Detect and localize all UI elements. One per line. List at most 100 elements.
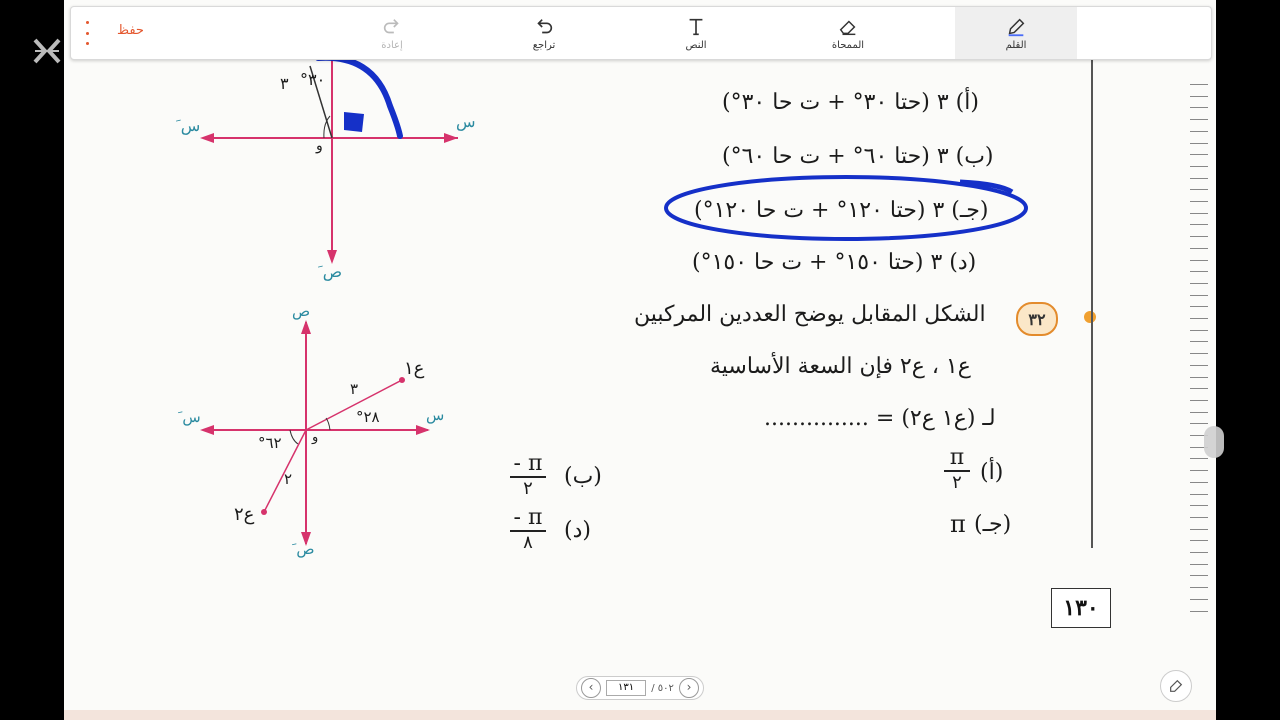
- q32-option-c-label: (جـ): [974, 512, 1012, 537]
- q32-option-b-numerator: - π: [513, 451, 543, 476]
- top-argand-diagram: [200, 56, 458, 264]
- ruler-tick: [1190, 177, 1208, 179]
- option-a-text: (أ) ٣ (حتا ٣٠° + ت حا ٣٠°): [722, 90, 979, 115]
- eraser-label: الممحاة: [831, 39, 865, 51]
- ruler-tick: [1190, 516, 1208, 518]
- ruler-tick: [1190, 294, 1208, 296]
- ruler-tick: [1190, 528, 1208, 530]
- ruler-tick: [1190, 493, 1208, 495]
- edit-icon: [1170, 679, 1183, 692]
- q32-line2: ع١ ، ع٢ فإن السعة الأساسية: [710, 354, 971, 379]
- ruler-tick: [1190, 84, 1208, 85]
- ruler-tick: [1190, 552, 1208, 553]
- q32-diagram-origin: و: [312, 430, 319, 445]
- ruler-tick: [1190, 540, 1208, 542]
- undo-icon: [537, 18, 553, 33]
- ruler-tick: [1190, 423, 1208, 425]
- page-number-box: ١٣٠: [1051, 588, 1111, 628]
- ruler-tick: [1190, 318, 1208, 319]
- q32-option-a-numerator: π: [949, 445, 965, 470]
- ruler-tick: [1190, 458, 1208, 460]
- q32-line3: لـ (ع١ ع٢) = ...............: [764, 406, 996, 431]
- ruler-tick: [1190, 388, 1208, 390]
- ruler-tick: [1190, 119, 1208, 121]
- q32-diagram-mod1: ٣: [350, 380, 359, 398]
- ruler-tick: [1190, 610, 1208, 612]
- pen-button[interactable]: القلم: [955, 7, 1077, 59]
- q32-diagram-x-pos: س: [426, 406, 445, 424]
- ruler-tick: [1190, 353, 1208, 355]
- text-icon: [689, 18, 703, 35]
- ink-circle-annotation: [664, 175, 1028, 241]
- zoom-ruler[interactable]: [1186, 84, 1210, 624]
- redo-button[interactable]: إعادة: [347, 7, 437, 59]
- top-diagram-y-neg: ص َ: [318, 262, 343, 281]
- annotation-toolbar: حفظ إعادة تراجع النص الممحاة القلم: [70, 6, 1212, 60]
- ruler-tick: [1190, 505, 1208, 507]
- ruler-tick: [1190, 563, 1208, 565]
- ruler-tick: [1190, 107, 1208, 109]
- margin-line: [1091, 56, 1093, 548]
- ruler-tick: [1190, 165, 1208, 167]
- ruler-tick: [1190, 598, 1208, 600]
- q32-diagram-mod2: ٢: [284, 470, 293, 488]
- q32-option-d-label: (د): [564, 518, 591, 543]
- ruler-tick: [1190, 95, 1208, 97]
- redo-icon: [383, 18, 399, 33]
- redo-label: إعادة: [381, 39, 403, 51]
- ruler-tick: [1190, 341, 1208, 343]
- top-diagram-x-pos: س: [456, 112, 476, 131]
- ruler-tick: [1190, 154, 1208, 156]
- scroll-handle[interactable]: [1204, 426, 1224, 458]
- q32-diagram-y-pos: ص: [292, 302, 311, 320]
- ruler-tick: [1190, 399, 1208, 401]
- ruler-tick: [1190, 376, 1208, 378]
- q32-option-a-denominator: ٢: [952, 471, 962, 493]
- q32-option-a-fraction: π ٢: [944, 446, 970, 494]
- next-page-button[interactable]: ›: [678, 678, 699, 698]
- save-button[interactable]: حفظ: [117, 23, 144, 38]
- page-bottom-strip: [64, 710, 1216, 720]
- eraser-button[interactable]: الممحاة: [803, 7, 893, 59]
- current-page-input[interactable]: ١٣١: [606, 680, 647, 696]
- ruler-tick: [1190, 212, 1208, 214]
- option-d-text: (د) ٣ (حتا ١٥٠° + ت حا ١٥٠°): [692, 250, 977, 275]
- text-label: النص: [685, 39, 707, 51]
- top-diagram-origin: و: [316, 138, 323, 154]
- ruler-tick: [1190, 224, 1208, 226]
- q32-diagram-angle2: ٦٢°: [258, 434, 282, 452]
- top-diagram-modulus: ٣: [280, 74, 289, 93]
- ruler-tick: [1190, 236, 1208, 238]
- q32-diagram-y-neg: ص َ: [292, 540, 315, 558]
- option-b-text: (ب) ٣ (حتا ٦٠° + ت حا ٦٠°): [722, 144, 994, 169]
- ruler-tick: [1190, 247, 1208, 249]
- q32-option-d-denominator: ٨: [523, 531, 533, 553]
- question-marker-dot: [1084, 311, 1096, 323]
- eraser-icon: [839, 19, 856, 35]
- text-tool-button[interactable]: النص: [651, 7, 741, 59]
- q32-diagram-z1: ع١: [404, 358, 425, 379]
- q32-option-d-fraction: - π ٨: [510, 506, 546, 554]
- prev-page-button[interactable]: ‹: [581, 678, 601, 698]
- q32-diagram-x-neg: س َ: [178, 408, 201, 426]
- q32-option-d-numerator: - π: [513, 505, 543, 530]
- menu-dots-icon[interactable]: [81, 21, 93, 45]
- ruler-tick: [1190, 189, 1208, 191]
- question-number-badge: ٣٢: [1016, 302, 1058, 336]
- q32-option-b-label: (ب): [564, 464, 602, 489]
- q32-option-b-fraction: - π ٢: [510, 452, 546, 500]
- total-pages: / ٥٠٢: [651, 682, 674, 694]
- ruler-tick: [1190, 259, 1208, 261]
- q32-diagram-angle1: ٢٨°: [356, 408, 380, 426]
- ruler-tick: [1190, 282, 1208, 284]
- ruler-tick: [1190, 411, 1208, 413]
- undo-button[interactable]: تراجع: [499, 7, 589, 59]
- top-diagram-x-neg: س َ: [176, 116, 201, 135]
- ruler-tick: [1190, 470, 1208, 472]
- ruler-tick: [1190, 130, 1208, 132]
- document-page: (أ) ٣ (حتا ٣٠° + ت حا ٣٠°) (ب) ٣ (حتا ٦٠…: [64, 0, 1216, 720]
- q32-diagram-z2: ع٢: [234, 504, 255, 525]
- page-navigator: ‹ ١٣١ / ٥٠٢ ›: [576, 676, 704, 700]
- edit-button[interactable]: [1160, 670, 1192, 702]
- ruler-tick: [1190, 575, 1208, 577]
